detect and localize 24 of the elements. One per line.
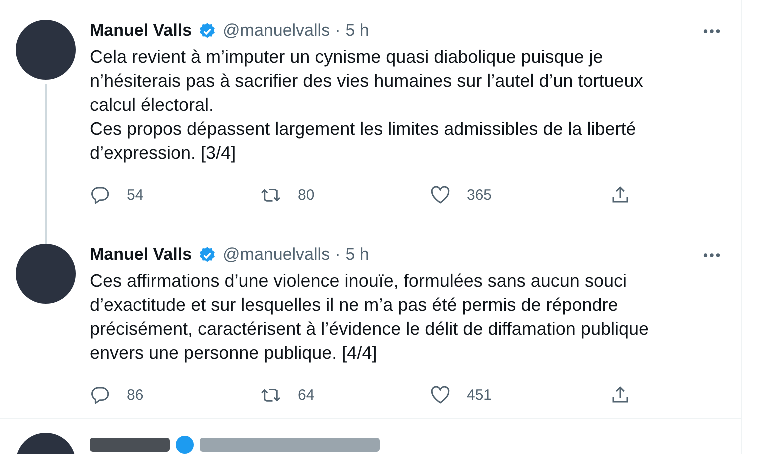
retweet-count: 64 bbox=[298, 387, 315, 404]
like-count: 365 bbox=[467, 187, 492, 204]
more-icon[interactable] bbox=[703, 28, 721, 34]
author-handle[interactable]: @manuelvalls bbox=[223, 21, 330, 41]
tweet-time[interactable]: 5 h bbox=[346, 245, 370, 265]
tweet-time[interactable]: 5 h bbox=[346, 21, 370, 41]
author-name[interactable]: Manuel Valls bbox=[90, 21, 192, 41]
reply-icon[interactable] bbox=[90, 185, 111, 206]
heart-icon[interactable] bbox=[430, 185, 451, 206]
separator-dot: · bbox=[335, 245, 341, 265]
author-handle[interactable]: @manuelvalls bbox=[223, 245, 330, 265]
tweet-text: Cela revient à m’imputer un cynisme quasi diabolique puisque je n’hésiterais pas à sacrifier des vies humaines sur l’autel d’un tortueux calcul électoral. Ces propos dépassent largement les limites admissibles de la liberté d’expression. [3/4] bbox=[90, 46, 644, 165]
share-icon[interactable] bbox=[610, 185, 631, 206]
retweet-count: 80 bbox=[298, 187, 315, 204]
more-icon[interactable] bbox=[703, 252, 721, 258]
reply-icon[interactable] bbox=[90, 385, 111, 406]
share-icon[interactable] bbox=[610, 385, 631, 406]
reply-count: 54 bbox=[127, 187, 144, 204]
reply-count: 86 bbox=[127, 387, 144, 404]
like-count: 451 bbox=[467, 387, 492, 404]
heart-icon[interactable] bbox=[430, 385, 451, 406]
tweet-text: Ces affirmations d’une violence inouïe, formulées sans aucun souci d’exactitude et sur lesquelles il ne m’a pas été permis de répondre précisément, caractérisent à l’évidence le délit de diffamation publique envers une personne publique. [4/4] bbox=[90, 270, 650, 365]
separator-dot: · bbox=[335, 21, 341, 41]
author-name[interactable]: Manuel Valls bbox=[90, 245, 192, 265]
